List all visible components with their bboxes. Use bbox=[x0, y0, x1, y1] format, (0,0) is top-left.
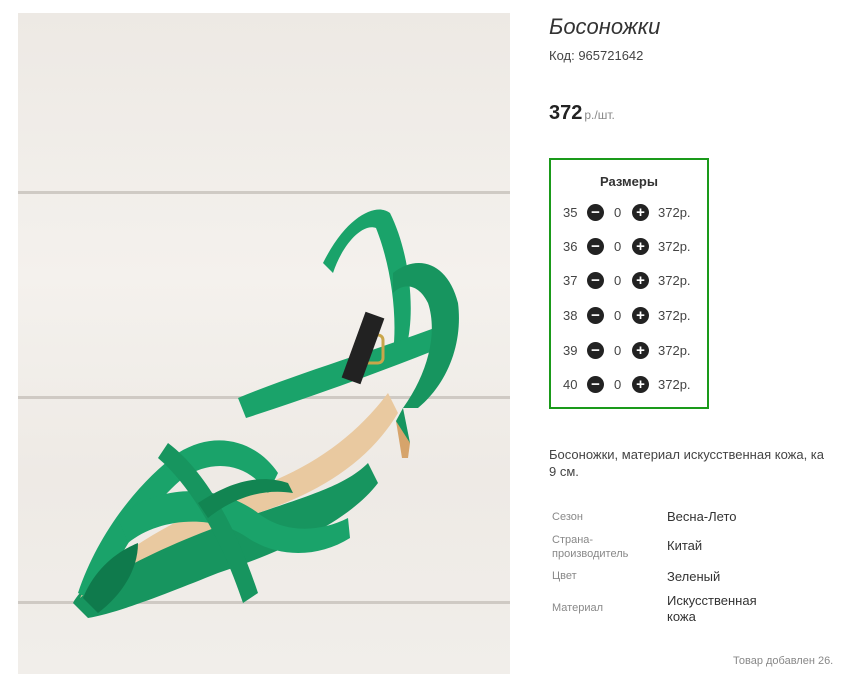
increase-quantity-button[interactable]: + bbox=[632, 204, 649, 221]
size-price: 372р. bbox=[658, 273, 691, 288]
increase-quantity-button[interactable]: + bbox=[632, 376, 649, 393]
sizes-panel: Размеры 35 − 0 + 372р. 36 − 0 + 372р. 37… bbox=[549, 158, 709, 409]
property-value: Китай bbox=[667, 538, 703, 553]
size-label: 35 bbox=[563, 205, 578, 220]
size-label: 36 bbox=[563, 239, 578, 254]
property-label: Страна-производитель bbox=[552, 534, 629, 560]
product-photo[interactable] bbox=[18, 13, 510, 674]
size-quantity: 0 bbox=[614, 239, 622, 254]
product-code: Код: 965721642 bbox=[549, 48, 644, 63]
description-line: 9 см. bbox=[549, 464, 579, 479]
product-title: Босоножки bbox=[549, 14, 661, 39]
size-quantity: 0 bbox=[614, 205, 622, 220]
decrease-quantity-button[interactable]: − bbox=[587, 376, 604, 393]
property-value: Искусственная кожа bbox=[667, 593, 757, 624]
size-label: 38 bbox=[563, 308, 578, 323]
size-quantity: 0 bbox=[614, 308, 622, 323]
size-row: 36 − 0 + 372р. bbox=[551, 237, 707, 257]
date-added: Товар добавлен 26. bbox=[733, 655, 834, 667]
increase-quantity-button[interactable]: + bbox=[632, 307, 649, 324]
decrease-quantity-button[interactable]: − bbox=[587, 342, 604, 359]
increase-quantity-button[interactable]: + bbox=[632, 342, 649, 359]
sizes-title: Размеры bbox=[600, 174, 658, 189]
decrease-quantity-button[interactable]: − bbox=[587, 272, 604, 289]
property-label: Цвет bbox=[552, 570, 577, 582]
decrease-quantity-button[interactable]: − bbox=[587, 238, 604, 255]
size-quantity: 0 bbox=[614, 343, 622, 358]
size-price: 372р. bbox=[658, 343, 691, 358]
size-row: 37 − 0 + 372р. bbox=[551, 271, 707, 291]
description-line: Босоножки, материал искусственная кожа, … bbox=[549, 447, 825, 462]
product-price: 372 р./шт. bbox=[549, 102, 615, 125]
decrease-quantity-button[interactable]: − bbox=[587, 307, 604, 324]
size-row: 38 − 0 + 372р. bbox=[551, 306, 707, 326]
size-price: 372р. bbox=[658, 239, 691, 254]
increase-quantity-button[interactable]: + bbox=[632, 238, 649, 255]
price-unit: р./шт. bbox=[584, 108, 615, 122]
size-price: 372р. bbox=[658, 205, 691, 220]
size-price: 372р. bbox=[658, 377, 691, 392]
increase-quantity-button[interactable]: + bbox=[632, 272, 649, 289]
price-value: 372 bbox=[549, 102, 583, 124]
size-row: 35 − 0 + 372р. bbox=[551, 203, 707, 223]
size-quantity: 0 bbox=[614, 377, 622, 392]
decrease-quantity-button[interactable]: − bbox=[587, 204, 604, 221]
property-label: Сезон bbox=[552, 511, 583, 523]
property-value: Зеленый bbox=[667, 569, 721, 584]
size-row: 39 − 0 + 372р. bbox=[551, 341, 707, 361]
property-label: Материал bbox=[552, 602, 603, 614]
product-description: Босоножки, материал искусственная кожа, … bbox=[549, 446, 845, 480]
sandal-illustration bbox=[73, 209, 459, 618]
size-label: 40 bbox=[563, 377, 578, 392]
size-quantity: 0 bbox=[614, 273, 622, 288]
size-label: 37 bbox=[563, 273, 578, 288]
size-price: 372р. bbox=[658, 308, 691, 323]
property-value: Весна-Лето bbox=[667, 509, 737, 524]
size-label: 39 bbox=[563, 343, 578, 358]
size-row: 40 − 0 + 372р. bbox=[551, 375, 707, 395]
